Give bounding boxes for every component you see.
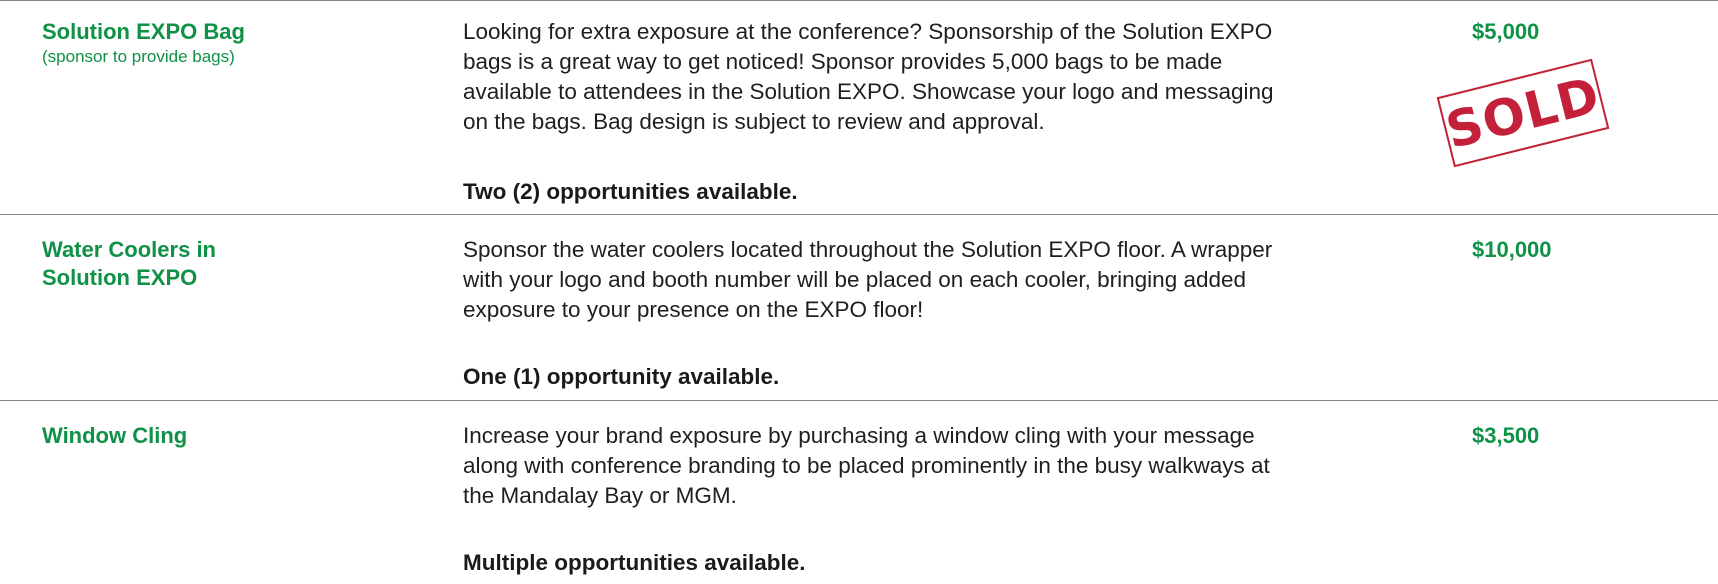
row-divider <box>0 0 1718 1</box>
description-line: exposure to your presence on the EXPO fl… <box>463 297 924 322</box>
row-divider <box>0 400 1718 401</box>
item-name-line: Solution EXPO <box>42 265 198 290</box>
item-availability: One (1) opportunity available. <box>463 364 780 389</box>
row-divider <box>0 214 1718 215</box>
sold-stamp: SOLD <box>1436 58 1610 168</box>
item-row-water-coolers: Water Coolers in Solution EXPO Sponsor t… <box>0 214 1718 389</box>
item-price: $3,500 <box>1472 423 1540 448</box>
item-price: $5,000 <box>1472 19 1540 44</box>
description-line: Increase your brand exposure by purchasi… <box>463 423 1255 448</box>
item-row-window-cling: Window Cling Increase your brand exposur… <box>0 400 1718 584</box>
item-name-text: Window Cling <box>42 423 188 448</box>
description-line: bags is a great way to get noticed! Spon… <box>463 49 1223 74</box>
description-line: available to attendees in the Solution E… <box>463 79 1274 104</box>
description-line: along with conference branding to be pla… <box>463 453 1270 478</box>
description-line: with your logo and booth number will be … <box>463 267 1247 292</box>
item-description: Looking for extra exposure at the confer… <box>463 17 1413 137</box>
item-note: (sponsor to provide bags) <box>42 47 235 66</box>
item-name: Window Cling <box>42 422 402 450</box>
sponsorship-page: { "items": [ { "name": "Solution EXPO Ba… <box>0 0 1718 584</box>
item-name: Water Coolers in Solution EXPO <box>42 236 402 292</box>
item-availability: Multiple opportunities available. <box>463 550 806 575</box>
item-description: Sponsor the water coolers located throug… <box>463 235 1413 325</box>
description-line: the Mandalay Bay or MGM. <box>463 483 737 508</box>
sold-stamp-text: SOLD <box>1440 66 1606 160</box>
item-availability: Two (2) opportunities available. <box>463 179 798 204</box>
item-price: $10,000 <box>1472 237 1552 262</box>
description-line: on the bags. Bag design is subject to re… <box>463 109 1045 134</box>
item-name-line: Water Coolers in <box>42 237 216 262</box>
description-line: Sponsor the water coolers located throug… <box>463 237 1273 262</box>
item-row-expo-bag: Solution EXPO Bag (sponsor to provide ba… <box>0 0 1718 204</box>
item-description: Increase your brand exposure by purchasi… <box>463 421 1413 511</box>
item-name: Solution EXPO Bag (sponsor to provide ba… <box>42 18 402 67</box>
item-name-text: Solution EXPO Bag <box>42 19 245 44</box>
description-line: Looking for extra exposure at the confer… <box>463 19 1273 44</box>
